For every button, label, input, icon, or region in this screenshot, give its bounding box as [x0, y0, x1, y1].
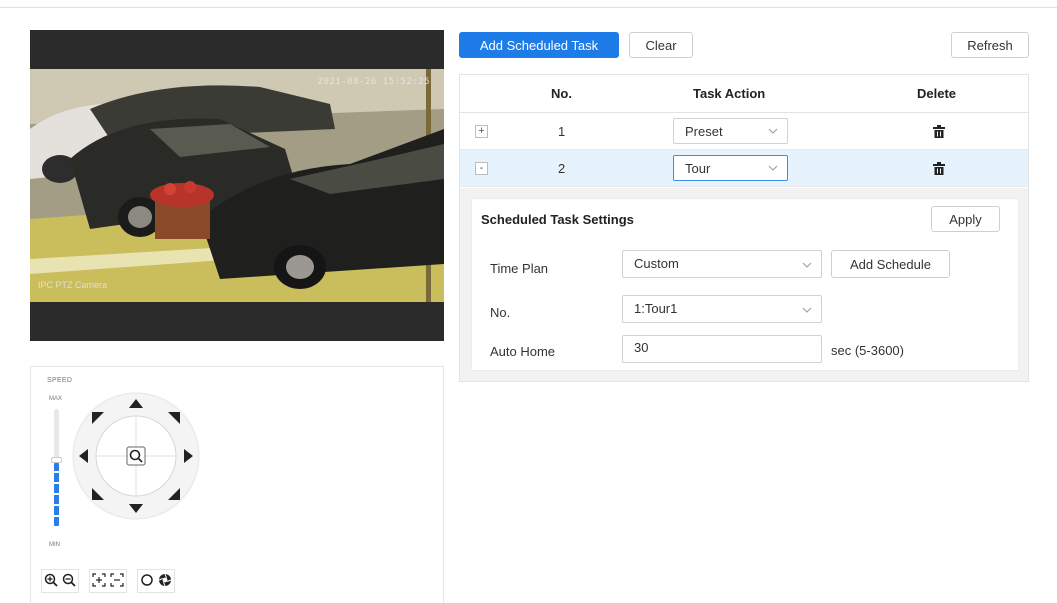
- auto-home-input[interactable]: 30: [622, 335, 822, 363]
- row-number: 2: [558, 161, 566, 176]
- speed-min-label: MIN: [49, 542, 60, 548]
- iris-icon[interactable]: [138, 570, 156, 590]
- chevron-down-icon: [802, 307, 812, 313]
- tour-no-value: 1:Tour1: [634, 301, 678, 316]
- focus-group: [89, 569, 127, 593]
- table-header: No. Task Action Delete: [460, 75, 1028, 113]
- osd-timestamp: 2021-08-26 15:52:25: [317, 77, 430, 87]
- chevron-down-icon: [768, 165, 778, 171]
- clear-button[interactable]: Clear: [629, 32, 693, 58]
- table-row[interactable]: + 1 Preset: [460, 113, 1028, 150]
- scheduled-task-settings-panel: Scheduled Task Settings Apply Time Plan …: [471, 198, 1019, 371]
- camera-image: 2021-08-26 15:52:25 IPC PTZ Camera: [30, 69, 444, 302]
- top-divider: [0, 7, 1057, 8]
- ptz-direction-pad[interactable]: [71, 391, 201, 521]
- expand-row-button[interactable]: +: [475, 125, 488, 138]
- auto-home-label: Auto Home: [490, 344, 556, 359]
- scheduled-task-table: No. Task Action Delete + 1 Preset - 2 To…: [459, 74, 1029, 382]
- row-number: 1: [558, 124, 566, 139]
- zoom-out-icon[interactable]: [60, 570, 78, 590]
- speed-label: SPEED: [47, 377, 73, 384]
- refresh-button[interactable]: Refresh: [951, 32, 1029, 58]
- table-row-selected[interactable]: - 2 Tour: [460, 150, 1028, 187]
- focus-far-icon[interactable]: [108, 570, 126, 590]
- column-header-no: No.: [551, 86, 572, 101]
- ptz-toolbar: [41, 569, 175, 593]
- ptz-control-panel: SPEED MAX MIN: [30, 366, 444, 603]
- time-plan-value: Custom: [634, 256, 679, 271]
- task-action-select[interactable]: Tour: [673, 155, 788, 181]
- live-video-panel[interactable]: 2021-08-26 15:52:25 IPC PTZ Camera: [30, 30, 444, 341]
- tour-no-select[interactable]: 1:Tour1: [622, 295, 822, 323]
- tour-no-label: No.: [490, 305, 511, 320]
- speed-slider[interactable]: [51, 409, 62, 527]
- add-scheduled-task-button[interactable]: Add Scheduled Task: [459, 32, 619, 58]
- speed-max-label: MAX: [49, 396, 63, 402]
- collapse-row-button[interactable]: -: [475, 162, 488, 175]
- task-action-select[interactable]: Preset: [673, 118, 788, 144]
- auto-home-range-hint: sec (5-3600): [831, 343, 904, 358]
- speed-slider-handle[interactable]: [51, 457, 62, 463]
- column-header-delete: Delete: [917, 86, 957, 101]
- speed-slider-fill: [54, 462, 59, 527]
- zoom-in-icon[interactable]: [42, 570, 60, 590]
- chevron-down-icon: [802, 262, 812, 268]
- time-plan-select[interactable]: Custom: [622, 250, 822, 278]
- focus-near-icon[interactable]: [90, 570, 108, 590]
- iris-group: [137, 569, 175, 593]
- time-plan-label: Time Plan: [490, 261, 549, 276]
- column-header-task-action: Task Action: [693, 86, 766, 101]
- add-schedule-button[interactable]: Add Schedule: [831, 250, 950, 278]
- delete-icon[interactable]: [933, 162, 945, 175]
- zoom-group: [41, 569, 79, 593]
- aperture-icon[interactable]: [156, 570, 174, 590]
- apply-button[interactable]: Apply: [931, 206, 1000, 232]
- osd-channel-name: IPC PTZ Camera: [38, 280, 108, 290]
- chevron-down-icon: [768, 128, 778, 134]
- settings-title: Scheduled Task Settings: [481, 212, 634, 227]
- task-settings-container: Scheduled Task Settings Apply Time Plan …: [460, 188, 1028, 381]
- task-action-value: Tour: [685, 161, 711, 176]
- delete-icon[interactable]: [933, 125, 945, 138]
- task-action-value: Preset: [685, 124, 723, 139]
- ptz-center-icon[interactable]: [126, 446, 146, 466]
